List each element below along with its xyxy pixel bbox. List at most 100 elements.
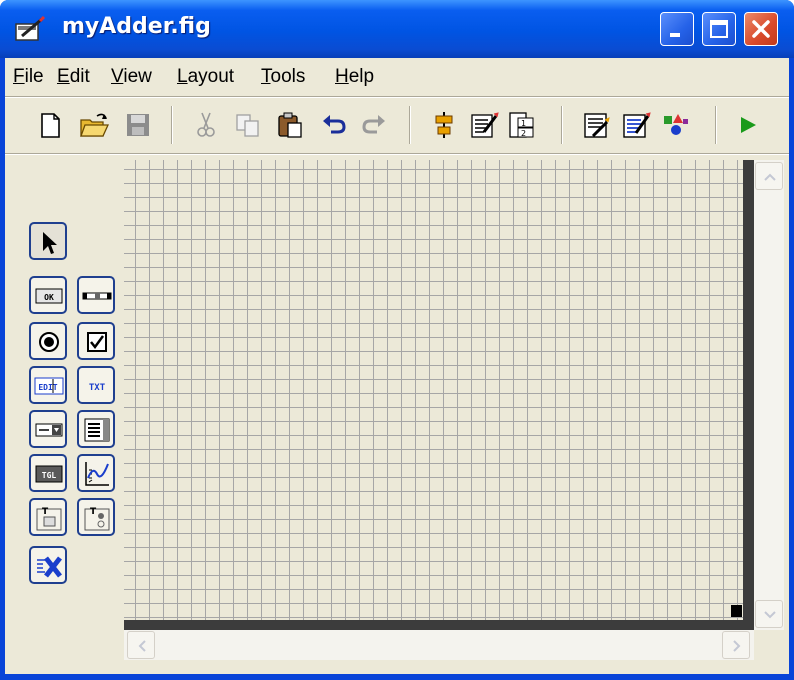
chevron-left-icon	[138, 640, 146, 652]
open-folder-icon[interactable]	[79, 110, 110, 140]
title-bar[interactable]: myAdder.fig	[0, 0, 794, 58]
svg-text:EDIT: EDIT	[38, 383, 57, 392]
copy-icon	[233, 110, 263, 140]
menu-layout-label: ayout	[187, 66, 235, 87]
button-group-tool[interactable]: T	[77, 498, 115, 536]
figure-right-edge	[743, 160, 754, 630]
popup-menu-icon	[35, 423, 63, 437]
menu-tools-label: ools	[270, 66, 306, 87]
svg-text:T: T	[90, 507, 97, 517]
menu-file-mnemonic: F	[13, 66, 25, 87]
align-objects-icon[interactable]	[429, 110, 459, 140]
menu-help[interactable]: Help	[335, 66, 374, 88]
slider-icon	[82, 292, 112, 300]
maximize-button[interactable]	[702, 12, 736, 46]
property-inspector-icon[interactable]	[621, 110, 651, 140]
guide-window: myAdder.fig File Edit View Layout Tools …	[0, 0, 794, 680]
svg-text:TXT: TXT	[89, 383, 106, 393]
undo-icon[interactable]	[319, 110, 349, 140]
checkbox-tool[interactable]	[77, 322, 115, 360]
push-button-icon: OK	[35, 288, 63, 304]
layout-grid-canvas[interactable]	[124, 160, 743, 620]
push-button-tool[interactable]: OK	[29, 276, 67, 314]
svg-text:OK: OK	[44, 293, 54, 302]
menu-help-label: elp	[348, 66, 375, 87]
menu-file-label: ile	[24, 66, 44, 87]
menu-view[interactable]: View	[111, 66, 152, 88]
edit-text-icon: EDIT	[34, 377, 64, 395]
axes-tool[interactable]	[77, 454, 115, 492]
scroll-left-button[interactable]	[127, 631, 155, 659]
horizontal-scrollbar[interactable]	[124, 630, 754, 660]
cut-icon	[191, 110, 221, 140]
radio-button-icon	[39, 332, 59, 352]
toolbar-separator	[171, 106, 173, 144]
window-client-area: File Edit View Layout Tools Help 1 2 OK …	[5, 58, 789, 674]
component-palette: OK EDIT TXT TGL T T	[5, 154, 125, 664]
button-group-icon: T	[84, 507, 110, 531]
menu-help-mnemonic: H	[335, 66, 349, 87]
save-icon	[123, 110, 153, 140]
new-file-icon[interactable]	[35, 110, 65, 140]
toggle-button-tool[interactable]: TGL	[29, 454, 67, 492]
menu-view-mnemonic: V	[111, 66, 124, 87]
checkbox-icon	[87, 332, 107, 352]
toolbar-separator	[561, 106, 563, 144]
figure-resize-handle[interactable]	[731, 605, 742, 617]
window-title: myAdder.fig	[62, 14, 211, 39]
toolbar-separator	[409, 106, 411, 144]
toggle-button-icon: TGL	[35, 465, 63, 483]
menu-edit-mnemonic: E	[57, 66, 70, 87]
redo-icon	[359, 110, 389, 140]
listbox-icon	[84, 418, 110, 442]
menu-bar: File Edit View Layout Tools Help	[5, 58, 789, 96]
menu-tools-mnemonic: T	[261, 66, 271, 87]
arrow-cursor-icon	[43, 232, 57, 254]
maximize-icon	[710, 20, 728, 38]
chevron-right-icon	[733, 640, 741, 652]
popup-menu-tool[interactable]	[29, 410, 67, 448]
activex-icon	[37, 556, 62, 578]
menu-layout-mnemonic: L	[177, 66, 188, 87]
run-icon[interactable]	[733, 110, 763, 140]
svg-text:TGL: TGL	[42, 471, 57, 480]
scrollbar-corner	[754, 630, 784, 660]
minimize-icon	[670, 33, 680, 37]
close-button[interactable]	[744, 12, 778, 46]
menu-edit[interactable]: Edit	[57, 66, 90, 88]
menu-edit-label: dit	[69, 66, 90, 87]
panel-icon: T	[36, 507, 62, 531]
figure-bottom-edge	[124, 620, 754, 630]
menu-editor-icon[interactable]	[469, 110, 499, 140]
close-icon	[752, 20, 770, 38]
panel-tool[interactable]: T	[29, 498, 67, 536]
static-text-tool[interactable]: TXT	[77, 366, 115, 404]
activex-control-tool[interactable]	[29, 546, 67, 584]
chevron-down-icon	[764, 611, 776, 619]
scroll-up-button[interactable]	[755, 162, 783, 190]
select-tool-button[interactable]	[29, 222, 67, 260]
listbox-tool[interactable]	[77, 410, 115, 448]
menu-file[interactable]: File	[13, 66, 44, 88]
scroll-down-button[interactable]	[755, 600, 783, 628]
toolbar: 12	[5, 98, 789, 152]
slider-tool[interactable]	[77, 276, 115, 314]
scroll-right-button[interactable]	[722, 631, 750, 659]
chevron-up-icon	[764, 173, 776, 181]
edit-text-tool[interactable]: EDIT	[29, 366, 67, 404]
window-bottom-frame	[0, 674, 794, 680]
svg-text:1: 1	[521, 119, 526, 128]
menu-view-label: iew	[123, 66, 152, 87]
tab-order-editor-icon[interactable]: 12	[507, 110, 537, 140]
minimize-button[interactable]	[660, 12, 694, 46]
m-file-editor-icon[interactable]	[581, 110, 611, 140]
toolbar-separator	[715, 106, 717, 144]
object-browser-icon[interactable]	[661, 110, 691, 140]
menu-tools[interactable]: Tools	[261, 66, 305, 88]
vertical-scrollbar[interactable]	[754, 160, 784, 630]
axes-icon	[85, 462, 109, 486]
svg-text:T: T	[42, 507, 49, 517]
menu-layout[interactable]: Layout	[177, 66, 234, 88]
radio-button-tool[interactable]	[29, 322, 67, 360]
paste-icon[interactable]	[275, 110, 305, 140]
